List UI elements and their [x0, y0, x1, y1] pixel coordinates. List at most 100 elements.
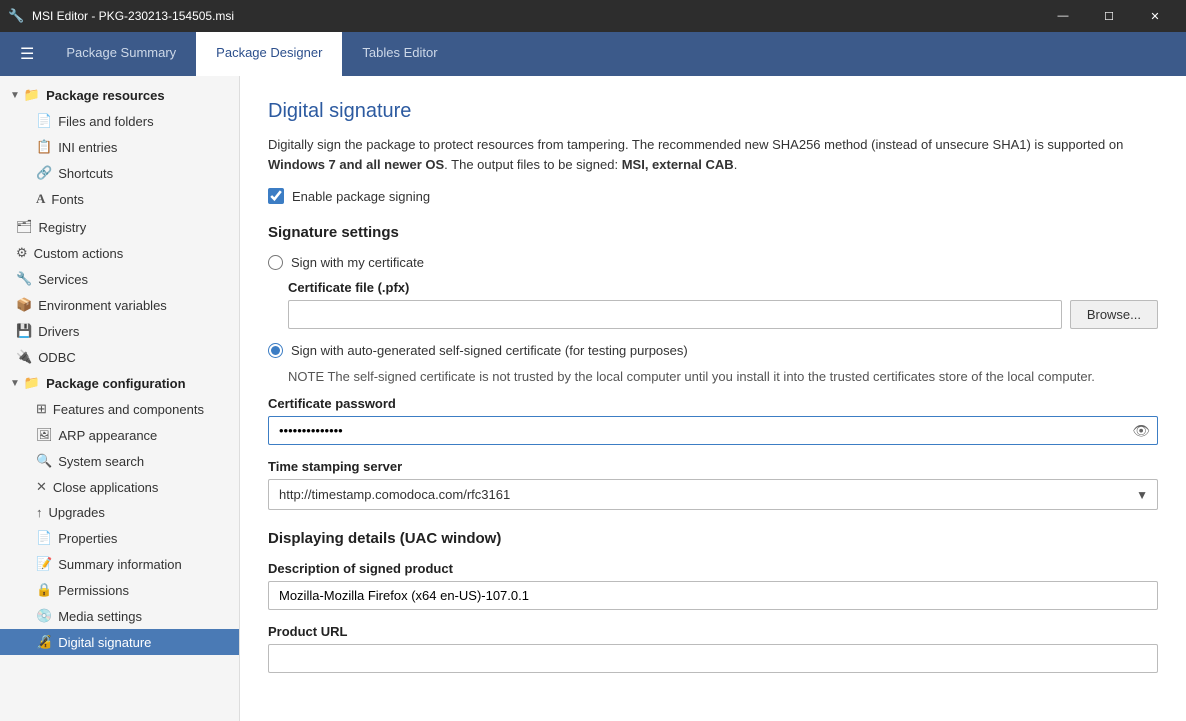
sidebar-item-label-summary-information: Summary information — [58, 557, 182, 572]
sidebar-item-odbc[interactable]: 🔌 ODBC — [0, 344, 239, 370]
summary-icon: 📝 — [36, 556, 52, 572]
sidebar-item-files-folders[interactable]: 📄 Files and folders — [0, 108, 239, 134]
minimize-button[interactable]: — — [1040, 0, 1086, 32]
chevron-down-icon: ▼ — [10, 90, 20, 101]
sidebar-item-label-arp-appearance: ARP appearance — [59, 428, 158, 443]
tab-package-summary[interactable]: Package Summary — [46, 32, 196, 76]
sidebar-item-ini-entries[interactable]: 📋 INI entries — [0, 134, 239, 160]
radio-my-cert-row: Sign with my certificate — [268, 255, 1158, 270]
signature-icon: 🔏 — [36, 634, 52, 650]
sidebar-item-label-features-components: Features and components — [53, 402, 204, 417]
enable-signing-checkbox[interactable] — [268, 188, 284, 204]
description-text: Digitally sign the package to protect re… — [268, 135, 1158, 174]
timestamp-server-group: Time stamping server http://timestamp.co… — [268, 459, 1158, 510]
titlebar-title: MSI Editor - PKG-230213-154505.msi — [32, 9, 1040, 23]
app-icon: 🔧 — [8, 8, 24, 24]
maximize-button[interactable]: ☐ — [1086, 0, 1132, 32]
sidebar-item-label-odbc: ODBC — [38, 350, 76, 365]
sidebar-item-shortcuts[interactable]: 🔗 Shortcuts — [0, 160, 239, 186]
sidebar-item-label-custom-actions: Custom actions — [34, 246, 124, 261]
product-url-input[interactable] — [268, 644, 1158, 673]
folder-icon: 📁 — [24, 87, 40, 103]
sidebar-item-custom-actions[interactable]: ⚙ Custom actions — [0, 240, 239, 266]
cert-password-group: Certificate password 👁 — [268, 396, 1158, 445]
sidebar-item-media-settings[interactable]: 💿 Media settings — [0, 603, 239, 629]
tab-package-designer[interactable]: Package Designer — [196, 32, 342, 76]
config-folder-icon: 📁 — [24, 375, 40, 391]
chevron-down-icon-2: ▼ — [10, 378, 20, 389]
titlebar-controls: — ☐ ✕ — [1040, 0, 1178, 32]
browse-button[interactable]: Browse... — [1070, 300, 1158, 329]
signature-settings-header: Signature settings — [268, 224, 1158, 241]
cert-file-input[interactable] — [288, 300, 1062, 329]
sidebar-section-package-configuration: ▼ 📁 Package configuration ⊞ Features and… — [0, 370, 239, 655]
tab-tables-editor[interactable]: Tables Editor — [342, 32, 457, 76]
sidebar-item-system-search[interactable]: 🔍 System search — [0, 448, 239, 474]
odbc-icon: 🔌 — [16, 349, 32, 365]
upgrades-icon: ↑ — [36, 505, 43, 520]
sidebar-item-close-applications[interactable]: ✕ Close applications — [0, 474, 239, 500]
sidebar-item-features-components[interactable]: ⊞ Features and components — [0, 396, 239, 422]
page-title: Digital signature — [268, 100, 1158, 123]
env-icon: 📦 — [16, 297, 32, 313]
password-wrapper: 👁 — [268, 416, 1158, 445]
drivers-icon: 💾 — [16, 323, 32, 339]
lock-icon: 🔒 — [36, 582, 52, 598]
radio-my-cert-label[interactable]: Sign with my certificate — [291, 255, 424, 270]
sidebar-item-arp-appearance[interactable]: 🖼 ARP appearance — [0, 422, 239, 448]
sidebar-item-services[interactable]: 🔧 Services — [0, 266, 239, 292]
sidebar-item-registry[interactable]: 🗂 Registry — [0, 214, 239, 240]
sidebar-item-label-environment-variables: Environment variables — [38, 298, 167, 313]
hamburger-menu-button[interactable]: ☰ — [8, 32, 46, 76]
sidebar: ▼ 📁 Package resources 📄 Files and folder… — [0, 76, 240, 721]
signed-product-input[interactable] — [268, 581, 1158, 610]
eye-icon[interactable]: 👁 — [1132, 422, 1150, 439]
sidebar-group-package-configuration[interactable]: ▼ 📁 Package configuration — [0, 370, 239, 396]
arp-icon: 🖼 — [36, 427, 53, 443]
navbar: ☰ Package Summary Package Designer Table… — [0, 32, 1186, 76]
sidebar-item-label-close-applications: Close applications — [53, 480, 159, 495]
ini-icon: 📋 — [36, 139, 52, 155]
sidebar-item-label-media-settings: Media settings — [58, 609, 142, 624]
search-icon: 🔍 — [36, 453, 52, 469]
sidebar-group-label-package-resources: Package resources — [46, 88, 165, 103]
radio-my-cert[interactable] — [268, 255, 283, 270]
sidebar-item-label-files-folders: Files and folders — [58, 114, 153, 129]
radio-auto-cert[interactable] — [268, 343, 283, 358]
product-url-label: Product URL — [268, 624, 1158, 639]
sidebar-item-properties[interactable]: 📄 Properties — [0, 525, 239, 551]
titlebar: 🔧 MSI Editor - PKG-230213-154505.msi — ☐… — [0, 0, 1186, 32]
sidebar-item-digital-signature[interactable]: 🔏 Digital signature — [0, 629, 239, 655]
cert-password-input[interactable] — [268, 416, 1158, 445]
timestamp-server-select[interactable]: http://timestamp.comodoca.com/rfc3161 — [268, 479, 1158, 510]
timestamp-select-wrapper: http://timestamp.comodoca.com/rfc3161 ▼ — [268, 479, 1158, 510]
cert-file-label: Certificate file (.pfx) — [288, 280, 1158, 295]
sidebar-item-label-shortcuts: Shortcuts — [58, 166, 113, 181]
radio-auto-cert-label[interactable]: Sign with auto-generated self-signed cer… — [291, 343, 688, 358]
note-text: NOTE The self-signed certificate is not … — [268, 368, 1158, 386]
sidebar-group-label-package-configuration: Package configuration — [46, 376, 185, 391]
main-layout: ▼ 📁 Package resources 📄 Files and folder… — [0, 76, 1186, 721]
sidebar-item-upgrades[interactable]: ↑ Upgrades — [0, 500, 239, 525]
cert-file-group: Certificate file (.pfx) Browse... — [268, 280, 1158, 329]
custom-actions-icon: ⚙ — [16, 245, 28, 261]
sidebar-item-environment-variables[interactable]: 📦 Environment variables — [0, 292, 239, 318]
sidebar-group-package-resources[interactable]: ▼ 📁 Package resources — [0, 82, 239, 108]
sidebar-item-drivers[interactable]: 💾 Drivers — [0, 318, 239, 344]
signed-product-label: Description of signed product — [268, 561, 1158, 576]
close-button[interactable]: ✕ — [1132, 0, 1178, 32]
sidebar-item-label-upgrades: Upgrades — [49, 505, 105, 520]
sidebar-item-label-ini-entries: INI entries — [58, 140, 117, 155]
sidebar-item-summary-information[interactable]: 📝 Summary information — [0, 551, 239, 577]
registry-icon: 🗂 — [16, 219, 33, 235]
properties-icon: 📄 — [36, 530, 52, 546]
features-icon: ⊞ — [36, 401, 47, 417]
timestamp-server-label: Time stamping server — [268, 459, 1158, 474]
enable-signing-label[interactable]: Enable package signing — [292, 189, 430, 204]
sidebar-item-fonts[interactable]: A Fonts — [0, 186, 239, 212]
file-icon: 📄 — [36, 113, 52, 129]
sidebar-item-permissions[interactable]: 🔒 Permissions — [0, 577, 239, 603]
sidebar-section-package-resources: ▼ 📁 Package resources 📄 Files and folder… — [0, 82, 239, 212]
sidebar-item-label-fonts: Fonts — [51, 192, 84, 207]
font-icon: A — [36, 191, 45, 207]
